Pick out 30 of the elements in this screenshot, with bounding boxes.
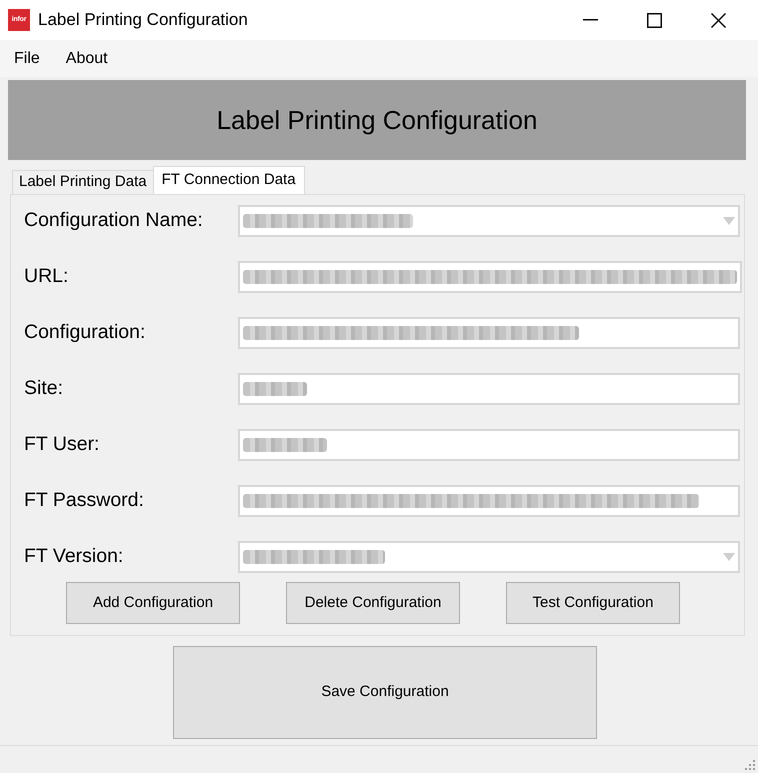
resize-grip-icon bbox=[745, 760, 755, 770]
field-label: Configuration: bbox=[24, 320, 146, 346]
field-label: FT Version: bbox=[24, 544, 124, 570]
text-field[interactable] bbox=[238, 261, 742, 293]
field-label: URL: bbox=[24, 264, 70, 290]
header-banner: Label Printing Configuration bbox=[8, 80, 746, 160]
dropdown-arrow-icon bbox=[723, 553, 735, 561]
tab[interactable]: FT Connection Data bbox=[152, 166, 305, 194]
field-label: FT User: bbox=[24, 432, 100, 458]
password-field[interactable] bbox=[238, 485, 740, 517]
window-title: Label Printing Configuration bbox=[38, 9, 248, 32]
text-field[interactable] bbox=[238, 429, 740, 461]
field-label: FT Password: bbox=[24, 488, 145, 514]
action-button[interactable]: Delete Configuration bbox=[286, 582, 460, 624]
text-field[interactable] bbox=[238, 373, 740, 405]
field-label: Configuration Name: bbox=[24, 208, 204, 234]
tab[interactable]: Label Printing Data bbox=[12, 170, 154, 194]
dropdown-field[interactable] bbox=[238, 541, 740, 573]
dropdown-field[interactable] bbox=[238, 205, 740, 237]
field-label: Site: bbox=[24, 376, 64, 402]
save-button[interactable]: Save Configuration bbox=[173, 646, 597, 739]
action-button[interactable]: Test Configuration bbox=[506, 582, 680, 624]
maximize-icon bbox=[646, 12, 662, 28]
menu-item[interactable]: About bbox=[58, 44, 116, 74]
minimize-icon bbox=[582, 19, 598, 21]
action-button[interactable]: Add Configuration bbox=[66, 582, 240, 624]
close-icon bbox=[710, 12, 726, 28]
dropdown-arrow-icon bbox=[723, 217, 735, 225]
menu-item[interactable]: File bbox=[6, 44, 48, 74]
text-field[interactable] bbox=[238, 317, 740, 349]
